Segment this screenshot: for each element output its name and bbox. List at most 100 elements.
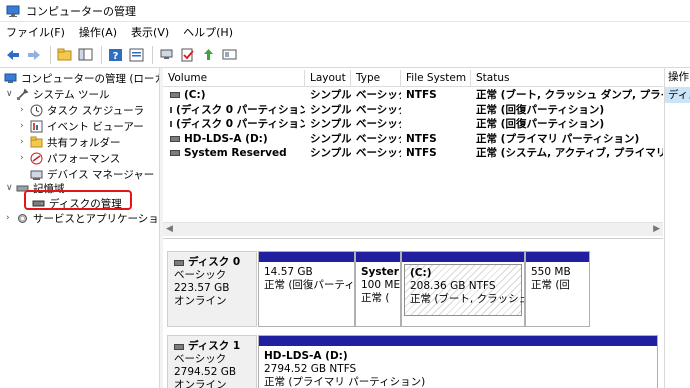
partition-bar xyxy=(402,252,524,262)
volume-layout: シンプル xyxy=(310,147,351,159)
partition-recovery-2[interactable]: 550 MB 正常 (回 xyxy=(525,251,590,327)
volume-row[interactable]: HD-LDS-A (D:) シンプル ベーシック NTFS 正常 (プライマリ … xyxy=(163,132,663,147)
console-tree-icon[interactable] xyxy=(76,46,94,64)
tree-item-event-viewer[interactable]: › イベント ビューアー xyxy=(20,118,144,134)
column-file-system[interactable]: File System xyxy=(401,70,471,86)
drive-icon xyxy=(170,121,172,128)
menu-view[interactable]: 表示(V) xyxy=(131,24,169,40)
tree-item-system-tools[interactable]: ∨ システム ツール xyxy=(6,86,110,102)
volume-fs xyxy=(401,117,471,132)
chevron-right-icon[interactable]: › xyxy=(6,213,16,223)
computer-icon xyxy=(4,73,17,83)
toolbar-separator xyxy=(152,45,153,64)
partition-c-drive[interactable]: (C:) 208.36 GB NTFS 正常 (ブート, クラッシュ ダン xyxy=(401,251,525,327)
properties-icon[interactable] xyxy=(127,46,145,64)
actions-header: 操作 xyxy=(665,68,690,87)
event-viewer-icon xyxy=(30,120,43,132)
chevron-right-icon[interactable]: › xyxy=(20,105,30,115)
partition-status: 正常 ( xyxy=(361,292,390,304)
chevron-right-icon[interactable]: › xyxy=(20,121,30,131)
tree-label: パフォーマンス xyxy=(47,152,121,165)
scroll-left-icon[interactable]: ◀ xyxy=(166,224,173,234)
tree-label: イベント ビューアー xyxy=(47,120,144,133)
partition-status: 正常 (ブート, クラッシュ ダン xyxy=(410,293,525,305)
forward-arrow-icon[interactable] xyxy=(25,46,43,64)
partition-recovery[interactable]: 14.57 GB 正常 (回復パーティシ xyxy=(258,251,355,327)
partition-system-reserved[interactable]: Syster 100 ME 正常 ( xyxy=(355,251,401,327)
menu-file[interactable]: ファイル(F) xyxy=(6,24,65,40)
disk-name: ディスク 1 xyxy=(188,340,241,352)
volume-type: ベーシック xyxy=(356,118,401,130)
partition-name: Syster xyxy=(361,266,399,278)
menu-help[interactable]: ヘルプ(H) xyxy=(183,24,233,40)
volume-name: (C:) xyxy=(184,89,206,101)
volume-row[interactable]: (ディスク 0 パーティション 1) シンプル ベーシック 正常 (回復パーティ… xyxy=(163,103,663,118)
tree-item-root[interactable]: コンピューターの管理 (ローカル) xyxy=(4,70,159,86)
volume-name: System Reserved xyxy=(184,147,287,159)
disk-1-label[interactable]: ディスク 1 ベーシック 2794.52 GB オンライン xyxy=(167,335,257,388)
column-status[interactable]: Status xyxy=(471,70,663,86)
help-icon[interactable]: ? xyxy=(106,46,124,64)
menu-action[interactable]: 操作(A) xyxy=(79,24,117,40)
column-type[interactable]: Type xyxy=(351,70,401,86)
volume-status: 正常 (回復パーティション) xyxy=(476,118,605,130)
back-arrow-icon[interactable] xyxy=(4,46,22,64)
chevron-down-icon[interactable]: ∨ xyxy=(6,89,16,99)
tree-item-services[interactable]: › サービスとアプリケーション xyxy=(6,210,160,226)
volume-type: ベーシック xyxy=(356,103,401,116)
disk-size: 2794.52 GB xyxy=(174,366,237,378)
column-layout[interactable]: Layout xyxy=(305,70,351,86)
partition-size: 2794.52 GB NTFS xyxy=(264,363,357,375)
chevron-right-icon[interactable]: › xyxy=(20,153,30,163)
computer-management-icon xyxy=(6,5,20,17)
tree-item-shared-folders[interactable]: › 共有フォルダー xyxy=(20,134,121,150)
partition-size: 100 ME xyxy=(361,279,401,291)
drive-icon xyxy=(170,150,180,157)
volume-fs: NTFS xyxy=(406,89,437,101)
services-icon xyxy=(18,213,27,223)
toolbar: ? xyxy=(0,42,690,68)
clock-icon xyxy=(30,104,43,116)
actions-pane: 操作 ディス xyxy=(664,68,690,388)
svg-text:?: ? xyxy=(112,51,118,62)
partition-status: 正常 (回 xyxy=(531,279,570,291)
up-folder-icon[interactable] xyxy=(55,46,73,64)
shared-folder-icon xyxy=(30,136,43,147)
tree-label: サービスとアプリケーション xyxy=(33,212,160,225)
volume-layout: シンプル xyxy=(310,103,351,116)
chevron-right-icon[interactable]: › xyxy=(20,137,30,147)
toolbar-separator xyxy=(50,45,51,64)
volume-type: ベーシック xyxy=(356,132,401,145)
export-icon[interactable] xyxy=(199,46,217,64)
volume-row[interactable]: System Reserved シンプル ベーシック NTFS 正常 (システム… xyxy=(163,146,663,161)
chevron-down-icon[interactable]: ∨ xyxy=(6,183,16,193)
volume-status: 正常 (回復パーティション) xyxy=(476,103,605,116)
partition-size: 14.57 GB xyxy=(264,266,313,278)
scroll-right-icon[interactable]: ▶ xyxy=(653,224,660,234)
partition-name: (C:) xyxy=(410,267,432,279)
connect-icon[interactable] xyxy=(157,46,175,64)
tree-item-task-scheduler[interactable]: › タスク スケジューラ xyxy=(20,102,144,118)
volume-status: 正常 (プライマリ パーティション) xyxy=(476,132,640,145)
partition-bar xyxy=(526,252,589,262)
volume-type: ベーシック xyxy=(356,89,401,101)
drive-icon xyxy=(170,135,180,142)
column-volume[interactable]: Volume xyxy=(163,70,305,86)
volume-status: 正常 (ブート, クラッシュ ダンプ, プライマリ パ xyxy=(476,89,663,101)
actions-item-disk[interactable]: ディス xyxy=(665,87,690,103)
horizontal-scrollbar[interactable]: ◀ ▶ xyxy=(163,222,663,236)
view-icon[interactable] xyxy=(220,46,238,64)
volume-row[interactable]: (C:) シンプル ベーシック NTFS 正常 (ブート, クラッシュ ダンプ,… xyxy=(163,88,663,103)
volume-fs: NTFS xyxy=(406,147,437,159)
volume-type: ベーシック xyxy=(356,147,401,159)
disk-size: 223.57 GB xyxy=(174,282,230,294)
check-icon[interactable] xyxy=(178,46,196,64)
disk-0-label[interactable]: ディスク 0 ベーシック 223.57 GB オンライン xyxy=(167,251,257,327)
disk-icon xyxy=(174,259,184,266)
partition-d-drive[interactable]: HD-LDS-A (D:) 2794.52 GB NTFS 正常 (プライマリ … xyxy=(258,335,658,388)
tree-item-performance[interactable]: › パフォーマンス xyxy=(20,150,120,166)
volume-layout: シンプル xyxy=(310,132,351,145)
volume-name: (ディスク 0 パーティション 1) xyxy=(176,103,305,116)
volume-row[interactable]: (ディスク 0 パーティション 4) シンプル ベーシック 正常 (回復パーティ… xyxy=(163,117,663,132)
disk-name: ディスク 0 xyxy=(188,256,241,268)
